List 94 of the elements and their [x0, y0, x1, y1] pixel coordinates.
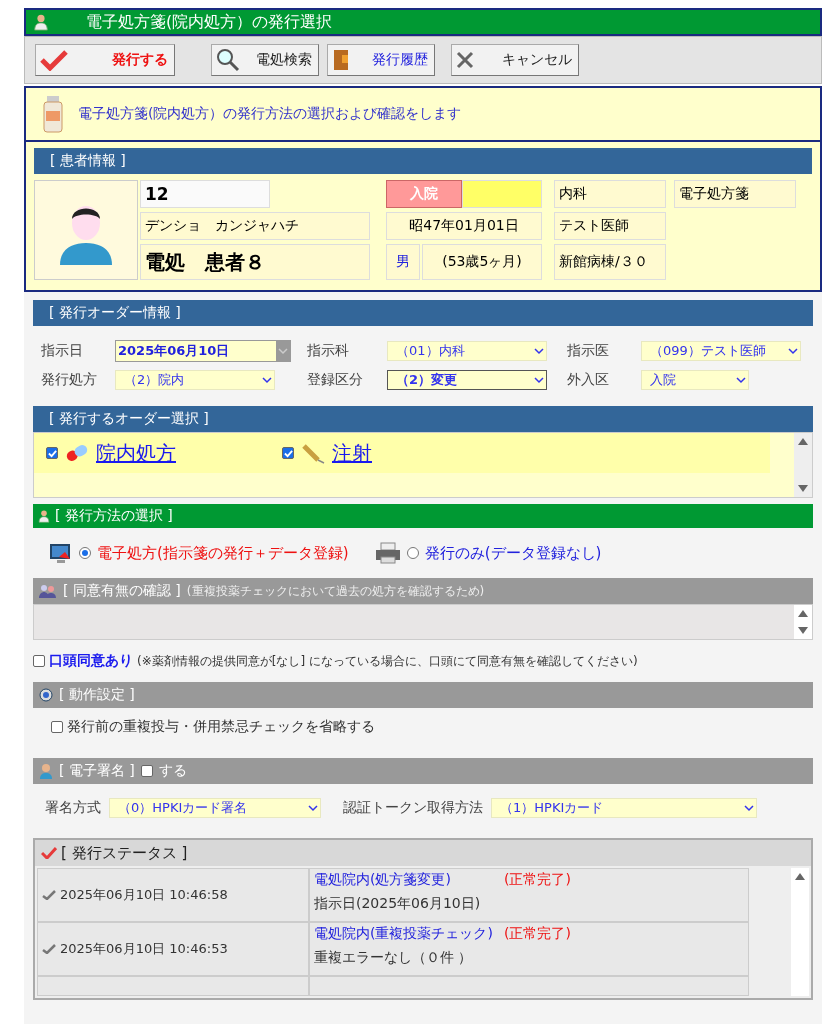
field-label: 登録区分 [307, 371, 364, 389]
scroll-up-icon[interactable] [798, 437, 808, 445]
patient-id: 12 [140, 180, 270, 208]
select-field[interactable]: 入院 [641, 370, 749, 390]
caret-icon [308, 804, 318, 812]
gear-icon [39, 688, 53, 702]
department: 内科 [554, 180, 666, 208]
section-title: [ 発行方法の選択 ] [55, 507, 173, 525]
doctor-name: テスト医師 [554, 212, 666, 240]
select-field[interactable]: （0）HPKIカード署名 [109, 798, 321, 818]
radio-button[interactable] [79, 547, 91, 559]
section-title: [ 同意有無の確認 ] [63, 582, 181, 600]
section-note: (重複投薬チェックにおいて過去の処方を確認するため) [186, 582, 485, 600]
status-action: 電処院内(重複投薬チェック) [314, 925, 494, 943]
field-label: 指示医 [567, 342, 610, 360]
section-title: [ 電子署名 ] [59, 762, 135, 780]
admission-status: 入院 [386, 180, 462, 208]
checkbox[interactable] [140, 765, 153, 777]
status-action: 電処院内(処方箋変更) [314, 871, 452, 889]
field-label: 発行処方 [41, 371, 98, 389]
prescription-type: 電子処方箋 [674, 180, 796, 208]
section-title: [ 発行するオーダー選択 ] [49, 410, 209, 428]
status-detail: 重複エラーなし（０件 ） [314, 949, 474, 967]
radio-button[interactable] [406, 547, 419, 559]
section-title: [ 動作設定 ] [59, 686, 135, 704]
caret-icon [534, 347, 544, 355]
field-label: 署名方式 [45, 799, 101, 817]
ward: 新館病棟/３０ [554, 244, 666, 280]
status-detail: 指示日(2025年06月10日) [314, 895, 482, 913]
caret-icon [788, 347, 798, 355]
checkbox[interactable] [46, 447, 58, 459]
field-label: 外入区 [567, 371, 610, 389]
scroll-up-icon[interactable] [795, 872, 805, 880]
patient-age: (53歳5ヶ月) [422, 244, 542, 280]
caret-icon [262, 376, 272, 384]
scroll-down-icon[interactable] [798, 627, 808, 635]
caret-icon [744, 804, 754, 812]
checkmark-icon [42, 890, 56, 900]
doctor-icon [37, 509, 51, 523]
people-icon [39, 584, 57, 598]
checkmark-icon [40, 49, 68, 71]
section-title: [ 患者情報 ] [50, 152, 126, 170]
patient-name: 電処 患者８ [140, 244, 370, 280]
select-field[interactable]: （1）HPKIカード [491, 798, 757, 818]
birth-date: 昭47年01月01日 [386, 212, 542, 240]
patient-sex: 男 [386, 244, 420, 280]
checkbox[interactable] [51, 721, 63, 733]
radio-label[interactable]: 発行のみ(データ登録なし) [424, 543, 602, 563]
status-result: (正常完了) [504, 871, 571, 887]
checkbox[interactable] [33, 655, 45, 667]
checkmark-icon [41, 847, 57, 859]
monitor-icon [49, 542, 73, 564]
status-time: 2025年06月10日 10:46:58 [60, 886, 228, 904]
syringe-icon [300, 442, 326, 464]
select-field[interactable]: （01）内科 [387, 341, 547, 361]
toolbar-button[interactable]: 発行する [35, 44, 175, 76]
door-icon [332, 49, 350, 71]
field-label: 認証トークン取得方法 [343, 799, 483, 817]
capsule-icon [64, 442, 90, 464]
person-icon [39, 763, 53, 779]
field-label: 指示日 [41, 342, 84, 360]
search-icon [216, 48, 240, 72]
order-link[interactable]: 院内処方 [96, 439, 176, 467]
field-label: 指示科 [307, 342, 350, 360]
section-title: [ 発行ステータス ] [61, 843, 188, 863]
medicine-bottle-icon [42, 95, 64, 133]
banner-text: 電子処方箋(院内処方）の発行方法の選択および確認をします [78, 105, 462, 123]
printer-icon [374, 542, 401, 564]
caret-icon [736, 376, 746, 384]
hint-text: (※薬剤情報の提供同意が[なし] になっている場合に、口頭にて同意有無を確認してください) [137, 652, 638, 670]
patient-kana: デンショ カンジャハチ [140, 212, 370, 240]
checkbox-label[interactable]: 口頭同意あり [49, 652, 133, 670]
order-link[interactable]: 注射 [332, 439, 372, 467]
section-title: [ 発行オーダー情報 ] [49, 304, 181, 322]
checkmark-icon [42, 944, 56, 954]
date-field[interactable]: 2025年06月10日 [115, 340, 291, 362]
toolbar-button[interactable]: 電処検索 [211, 44, 319, 76]
status-time: 2025年06月10日 10:46:53 [60, 940, 228, 958]
checkbox[interactable] [282, 447, 294, 459]
radio-label[interactable]: 電子処方(指示箋の発行＋データ登録) [97, 543, 349, 563]
checkbox-label[interactable]: 発行前の重複投与・併用禁忌チェックを省略する [67, 718, 375, 736]
toolbar-button[interactable]: 発行履歴 [327, 44, 435, 76]
close-icon [456, 51, 474, 69]
scroll-down-icon[interactable] [798, 485, 808, 493]
select-field[interactable]: （099）テスト医師 [641, 341, 801, 361]
select-field[interactable]: （2）院内 [115, 370, 275, 390]
status-result: (正常完了) [504, 925, 571, 941]
caret-icon [278, 347, 288, 355]
toolbar-button[interactable]: キャンセル [451, 44, 579, 76]
caret-icon [534, 376, 544, 384]
select-field[interactable]: （2）変更 [387, 370, 547, 390]
window-title: 電子処方箋(院内処方）の発行選択 [86, 11, 333, 33]
doctor-icon [32, 13, 50, 31]
scroll-up-icon[interactable] [798, 609, 808, 617]
